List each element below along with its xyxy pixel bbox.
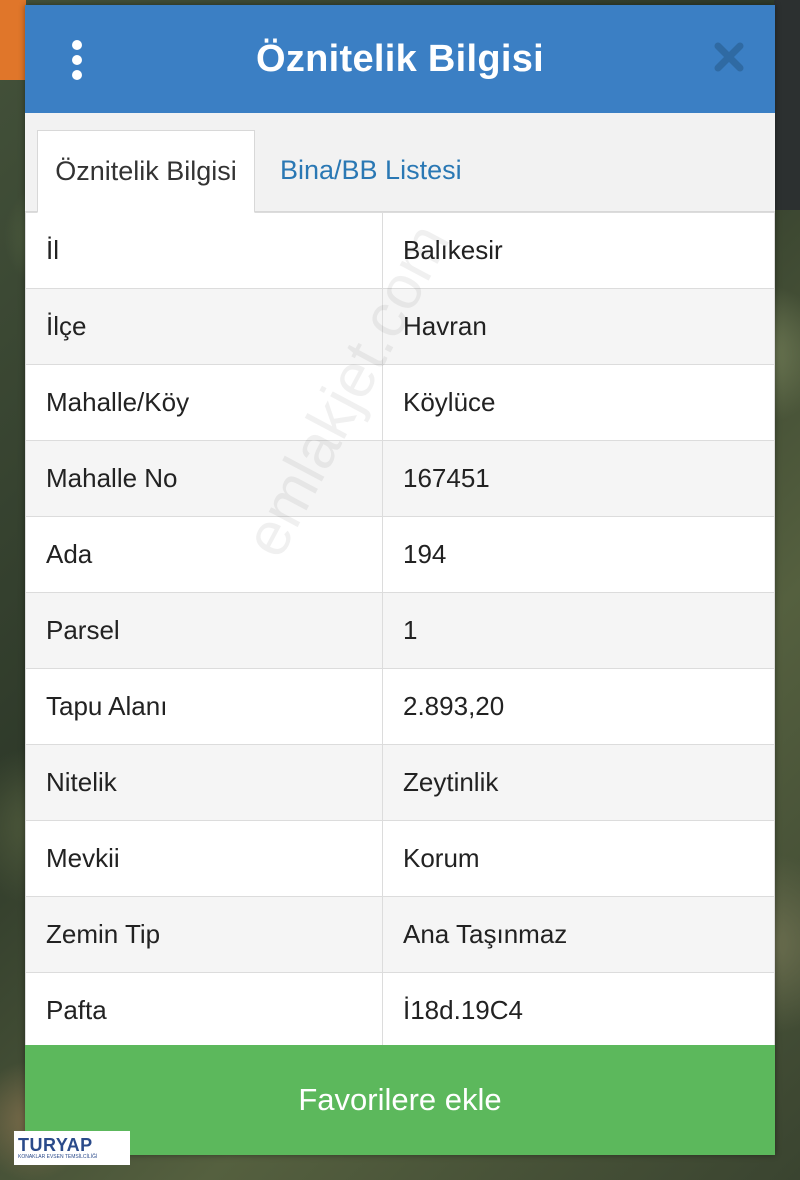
table-row: Tapu Alanı 2.893,20 (25, 668, 775, 745)
add-to-favorites-button[interactable]: Favorilere ekle (25, 1045, 775, 1155)
row-value: Köylüce (382, 364, 775, 441)
close-icon[interactable] (711, 39, 747, 75)
table-row: Ada 194 (25, 516, 775, 593)
row-label: Mahalle/Köy (25, 364, 383, 441)
tab-attribute-info[interactable]: Öznitelik Bilgisi (37, 130, 255, 213)
logo-name: TURYAP (18, 1134, 93, 1155)
table-row: Parsel 1 (25, 592, 775, 669)
row-label: Pafta (25, 972, 383, 1049)
row-label: Ada (25, 516, 383, 593)
map-edge-orange (0, 0, 26, 80)
attribute-table: İl Balıkesir İlçe Havran Mahalle/Köy Köylüce M… (25, 212, 775, 1049)
row-label: Mevkii (25, 820, 383, 897)
row-value: 2.893,20 (382, 668, 775, 745)
row-value: İ18d.19C4 (382, 972, 775, 1049)
logo-subtitle: KONAKLAR EVSEN TEMSİLCİLİĞİ (18, 1153, 98, 1160)
attribute-info-dialog: Öznitelik Bilgisi Öznitelik Bilgisi Bina… (25, 5, 775, 1155)
row-value: 194 (382, 516, 775, 593)
table-row: Mevkii Korum (25, 820, 775, 897)
row-label: Parsel (25, 592, 383, 669)
vertical-dots-icon[interactable] (65, 40, 89, 80)
turyap-logo: TURYAP KONAKLAR EVSEN TEMSİLCİLİĞİ (14, 1131, 130, 1165)
table-row: Zemin Tip Ana Taşınmaz (25, 896, 775, 973)
table-row: Mahalle/Köy Köylüce (25, 364, 775, 441)
table-row: Pafta İ18d.19C4 (25, 972, 775, 1049)
dialog-title: Öznitelik Bilgisi (255, 37, 545, 80)
table-row: Nitelik Zeytinlik (25, 744, 775, 821)
row-label: Tapu Alanı (25, 668, 383, 745)
row-label: Zemin Tip (25, 896, 383, 973)
row-label: Mahalle No (25, 440, 383, 517)
row-label: İl (25, 212, 383, 289)
row-value: Balıkesir (382, 212, 775, 289)
row-value: Korum (382, 820, 775, 897)
row-value: 167451 (382, 440, 775, 517)
tab-bar: Öznitelik Bilgisi Bina/BB Listesi (25, 113, 775, 213)
map-edge-dark (774, 0, 800, 210)
row-value: 1 (382, 592, 775, 669)
row-value: Ana Taşınmaz (382, 896, 775, 973)
row-label: İlçe (25, 288, 383, 365)
table-row: İl Balıkesir (25, 212, 775, 289)
tab-building-list[interactable]: Bina/BB Listesi (280, 130, 462, 211)
dialog-header: Öznitelik Bilgisi (25, 5, 775, 113)
row-value: Zeytinlik (382, 744, 775, 821)
table-row: İlçe Havran (25, 288, 775, 365)
table-row: Mahalle No 167451 (25, 440, 775, 517)
row-value: Havran (382, 288, 775, 365)
row-label: Nitelik (25, 744, 383, 821)
